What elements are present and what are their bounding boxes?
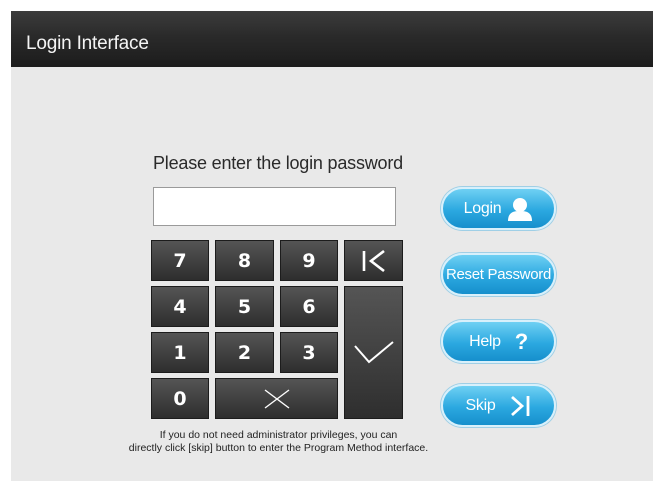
skip-button[interactable]: Skip xyxy=(441,384,556,427)
key-7[interactable]: 7 xyxy=(151,240,209,281)
key-1[interactable]: 1 xyxy=(151,332,209,373)
key-6[interactable]: 6 xyxy=(280,286,338,327)
backspace-icon xyxy=(362,249,385,272)
key-2[interactable]: 2 xyxy=(215,332,274,373)
key-0[interactable]: 0 xyxy=(151,378,209,419)
window-title: Login Interface xyxy=(26,33,149,54)
skip-hint-text: If you do not need administrator privile… xyxy=(128,429,429,454)
password-prompt: Please enter the login password xyxy=(153,153,403,173)
confirm-key[interactable] xyxy=(344,286,403,419)
key-3[interactable]: 3 xyxy=(280,332,338,373)
reset-password-button[interactable]: Reset Password xyxy=(441,253,556,296)
clear-key[interactable] xyxy=(215,378,338,419)
login-button[interactable]: Login xyxy=(441,187,556,230)
clear-x-icon xyxy=(264,388,289,409)
key-8[interactable]: 8 xyxy=(215,240,274,281)
user-icon xyxy=(508,197,533,221)
login-window: Login Interface Please enter the login p… xyxy=(11,11,653,481)
key-5[interactable]: 5 xyxy=(215,286,274,327)
password-input[interactable] xyxy=(153,187,396,226)
skip-forward-icon xyxy=(511,395,530,416)
question-mark-icon: ? xyxy=(514,328,528,354)
key-9[interactable]: 9 xyxy=(280,240,338,281)
backspace-key[interactable] xyxy=(344,240,403,281)
title-bar: Login Interface xyxy=(11,11,653,67)
checkmark-icon xyxy=(353,340,394,363)
key-4[interactable]: 4 xyxy=(151,286,209,327)
help-button[interactable]: Help ? xyxy=(441,320,556,363)
